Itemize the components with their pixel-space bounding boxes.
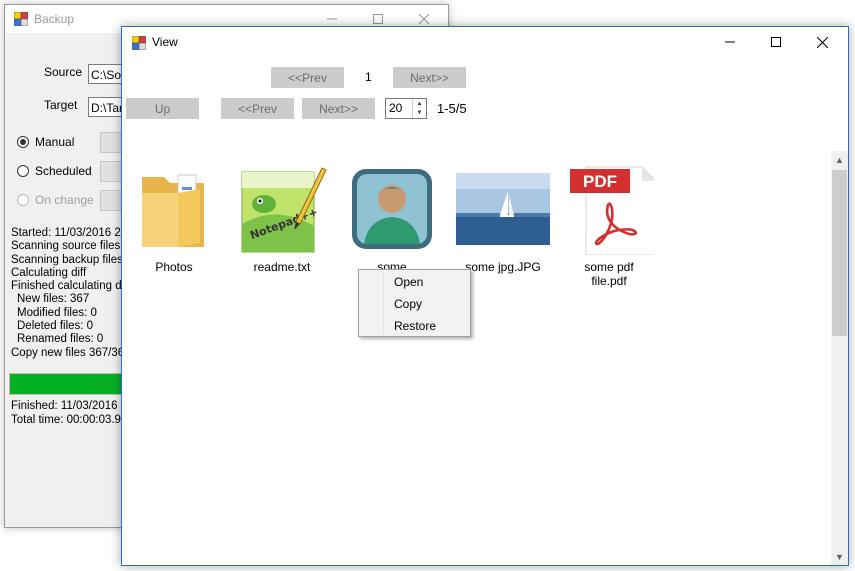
page-size-spinner[interactable]: 20 ▲ ▼ xyxy=(385,98,427,119)
top-next-button[interactable]: Next>> xyxy=(393,67,466,88)
top-prev-button[interactable]: <<Prev xyxy=(271,67,344,88)
menu-item-open[interactable]: Open xyxy=(394,275,423,289)
log-line: Scanning source files. F xyxy=(11,240,134,253)
current-page-number: 1 xyxy=(365,70,372,84)
minimize-icon xyxy=(725,41,735,43)
file-item[interactable]: PDF some pdf file.pdf xyxy=(559,161,659,288)
log-line: Calculating diff xyxy=(11,266,87,279)
close-icon xyxy=(419,14,429,24)
page-size-value[interactable]: 20 xyxy=(386,99,412,118)
view-titlebar: View xyxy=(122,27,848,57)
backup-summary: Finished: 11/03/2016 2 Total time: 00:00… xyxy=(11,399,127,427)
manual-radio-label: Manual xyxy=(35,135,75,149)
scrollbar-thumb[interactable] xyxy=(832,170,847,336)
scroll-down-icon[interactable]: ▼ xyxy=(831,548,848,565)
log-line: Started: 11/03/2016 21 xyxy=(11,227,128,239)
close-button[interactable] xyxy=(799,27,845,57)
spinner-down-icon[interactable]: ▼ xyxy=(413,109,426,119)
window-title: Backup xyxy=(34,12,75,26)
maximize-icon xyxy=(373,14,383,24)
pdf-badge-text: PDF xyxy=(583,172,617,191)
notepad-plus-plus-icon: Notepad++ xyxy=(232,161,332,257)
log-line: Copy new files 367/367 xyxy=(11,346,131,359)
close-icon xyxy=(816,36,828,48)
finished-line: Finished: 11/03/2016 2 xyxy=(11,400,128,412)
maximize-icon xyxy=(771,37,781,47)
sailboat-photo-thumbnail xyxy=(453,161,553,257)
app-icon xyxy=(131,35,147,53)
log-line: Deleted files: 0 xyxy=(17,320,94,333)
spinner-arrows: ▲ ▼ xyxy=(412,99,426,118)
menu-item-copy[interactable]: Copy xyxy=(394,297,422,311)
scheduled-radio-label: Scheduled xyxy=(35,164,92,178)
backup-log: Started: 11/03/2016 21 Scanning source f… xyxy=(11,227,134,360)
log-line: Modified files: 0 xyxy=(17,306,97,319)
next-button[interactable]: Next>> xyxy=(302,98,375,119)
file-item[interactable]: some jpg.JPG xyxy=(453,161,553,274)
menu-item-restore[interactable]: Restore xyxy=(394,319,436,333)
on-change-radio[interactable]: On change xyxy=(17,193,94,207)
radio-dot xyxy=(17,136,29,148)
menu-gutter xyxy=(383,272,384,334)
item-range-text: 1-5/5 xyxy=(437,101,467,116)
pdf-icon: PDF xyxy=(559,161,659,257)
target-label: Target xyxy=(44,98,78,112)
file-item[interactable]: Notepad++ readme.txt xyxy=(232,161,332,274)
file-name: Photos xyxy=(155,260,193,274)
minimize-button[interactable] xyxy=(707,27,753,57)
app-icon xyxy=(13,11,29,29)
log-line: Finished calculating diff xyxy=(11,280,131,293)
folder-icon xyxy=(124,161,224,257)
context-menu: Open Copy Restore xyxy=(358,269,471,337)
file-name: some pdf file.pdf xyxy=(584,260,634,288)
total-time-line: Total time: 00:00:03.93 xyxy=(11,414,128,426)
scroll-up-icon[interactable]: ▲ xyxy=(831,151,848,168)
maximize-button[interactable] xyxy=(753,27,799,57)
scheduled-radio[interactable]: Scheduled xyxy=(17,164,92,178)
file-item[interactable]: Photos xyxy=(124,161,224,274)
view-window: View <<Prev 1 Next>> Up <<Prev Next>> 20… xyxy=(121,26,849,566)
log-line: New files: 367 xyxy=(17,293,90,306)
radio-dot xyxy=(17,165,29,177)
on-change-radio-label: On change xyxy=(35,193,94,207)
radio-dot xyxy=(17,194,29,206)
source-label: Source xyxy=(44,65,83,79)
window-title: View xyxy=(152,35,178,49)
minimize-icon xyxy=(327,18,337,20)
user-contact-icon xyxy=(342,161,442,257)
vertical-scrollbar[interactable]: ▲ ▼ xyxy=(831,151,848,565)
prev-button[interactable]: <<Prev xyxy=(221,98,294,119)
file-name: readme.txt xyxy=(253,260,311,274)
spinner-up-icon[interactable]: ▲ xyxy=(413,99,426,109)
manual-radio[interactable]: Manual xyxy=(17,135,74,149)
up-button[interactable]: Up xyxy=(126,98,199,119)
log-line: Scanning backup files. xyxy=(11,253,127,266)
log-line: Renamed files: 0 xyxy=(17,333,104,346)
